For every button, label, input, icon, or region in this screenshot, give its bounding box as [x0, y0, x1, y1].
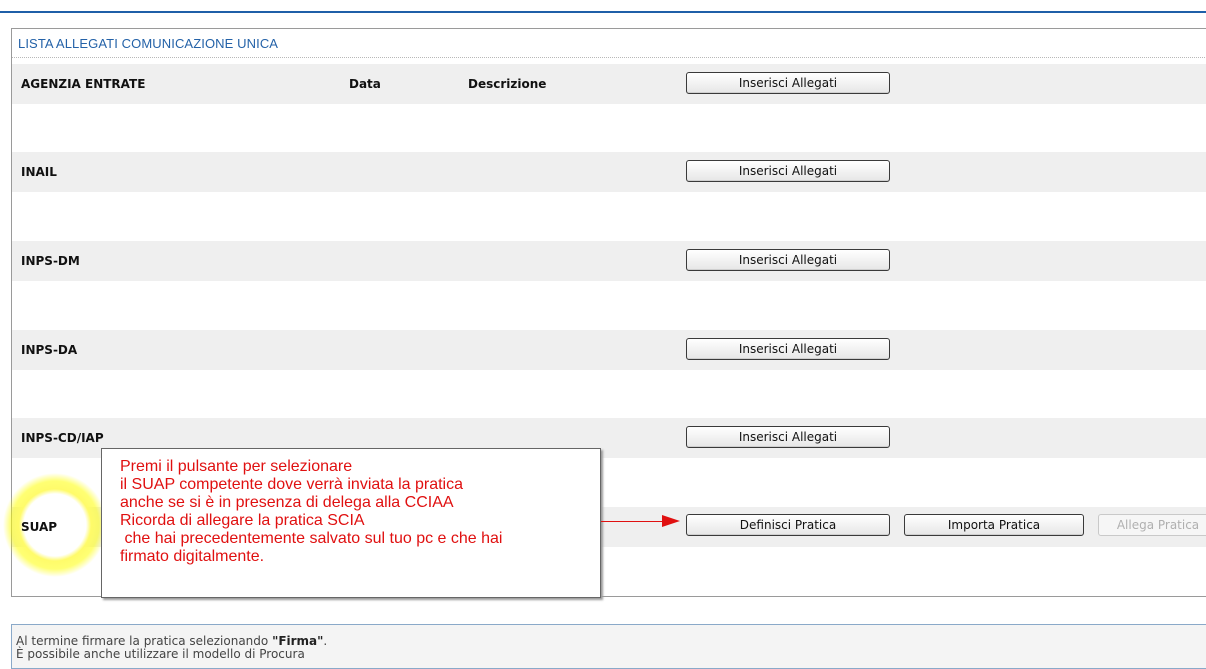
attachment-row-inps-dm: INPS-DM Inserisci Allegati — [12, 241, 1206, 281]
attachment-row-inps-da: INPS-DA Inserisci Allegati — [12, 330, 1206, 370]
insert-attachments-button[interactable]: Inserisci Allegati — [686, 72, 890, 94]
panel-title: LISTA ALLEGATI COMUNICAZIONE UNICA — [18, 36, 279, 51]
insert-attachments-button[interactable]: Inserisci Allegati — [686, 338, 890, 360]
callout-line: Premi il pulsante per selezionare — [120, 458, 353, 475]
callout-line: che hai precedentemente salvato sul tuo … — [120, 530, 503, 547]
row-label: INAIL — [21, 165, 57, 179]
row-label: INPS-CD/IAP — [21, 431, 104, 445]
row-label: AGENZIA ENTRATE — [21, 77, 146, 91]
import-practice-button[interactable]: Importa Pratica — [904, 514, 1084, 536]
insert-attachments-button[interactable]: Inserisci Allegati — [686, 426, 890, 448]
callout-arrow-line — [601, 521, 665, 522]
row-label: INPS-DM — [21, 254, 80, 268]
callout-line: il SUAP competente dove verrà inviata la… — [120, 476, 463, 493]
suap-label: SUAP — [21, 520, 58, 534]
footer-firma-emphasis: "Firma" — [272, 634, 324, 648]
callout-line: anche se si è in presenza di delega alla… — [120, 494, 454, 511]
top-divider — [0, 0, 1206, 13]
panel-header: LISTA ALLEGATI COMUNICAZIONE UNICA — [12, 29, 1206, 58]
attach-practice-button[interactable]: Allega Pratica — [1098, 514, 1206, 536]
define-practice-button[interactable]: Definisci Pratica — [686, 514, 890, 536]
attachment-row-inail: INAIL Inserisci Allegati — [12, 152, 1206, 192]
help-callout: Premi il pulsante per selezionare il SUA… — [101, 448, 601, 598]
attachment-row-agenzia-entrate: AGENZIA ENTRATE Data Descrizione Inseris… — [12, 64, 1206, 104]
footer-text: . — [323, 634, 328, 648]
insert-attachments-button[interactable]: Inserisci Allegati — [686, 249, 890, 271]
column-header-date: Data — [349, 77, 381, 91]
row-label: INPS-DA — [21, 343, 78, 357]
insert-attachments-button[interactable]: Inserisci Allegati — [686, 160, 890, 182]
footer-note: Al termine firmare la pratica selezionan… — [11, 624, 1206, 669]
footer-line-2: È possibile anche utilizzare il modello … — [16, 647, 305, 661]
callout-line: firmato digitalmente. — [120, 548, 265, 565]
arrow-right-icon — [662, 515, 680, 527]
footer-text: Al termine firmare la pratica selezionan… — [16, 634, 273, 648]
column-header-description: Descrizione — [468, 77, 547, 91]
callout-line: Ricorda di allegare la pratica SCIA — [120, 512, 365, 529]
